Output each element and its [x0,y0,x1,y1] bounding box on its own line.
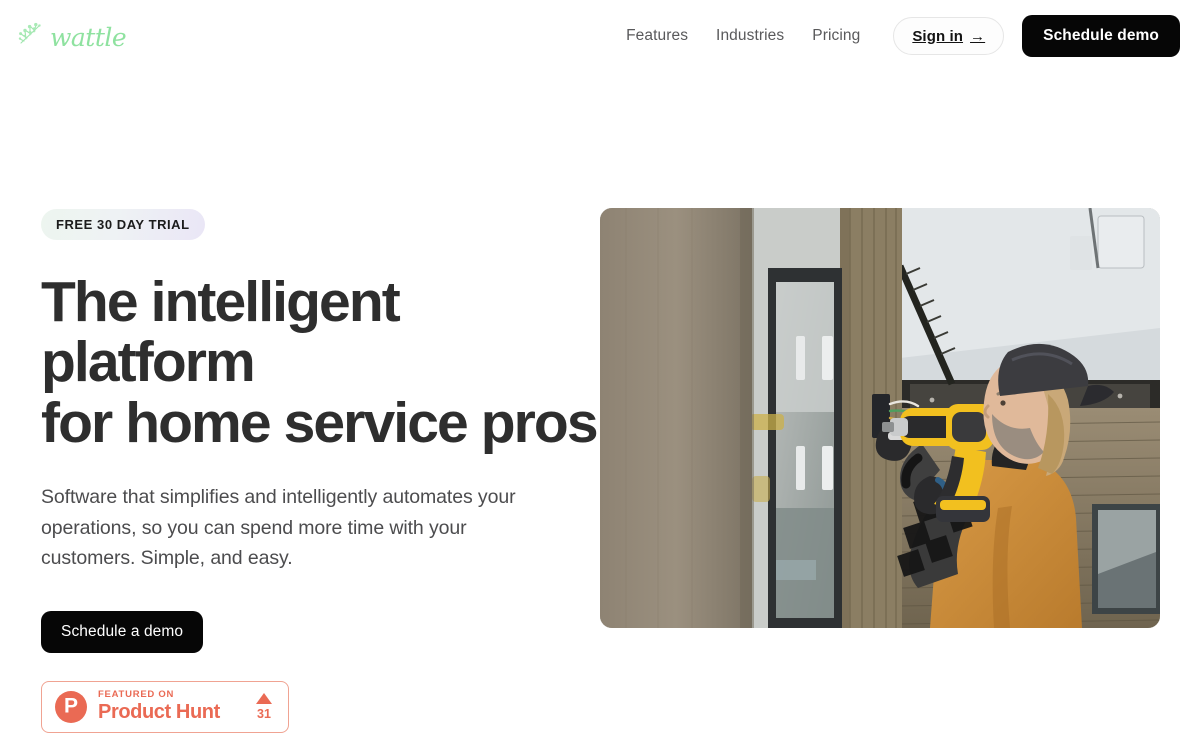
nav-links: Features Industries Pricing [626,27,860,45]
schedule-a-demo-button[interactable]: Schedule a demo [41,610,204,653]
brand-logo[interactable]: wattle [18,19,127,53]
sign-in-label: Sign in [912,27,964,45]
site-header: wattle Features Industries Pricing Sign … [0,0,1200,72]
product-hunt-name: Product Hunt [98,701,220,724]
product-hunt-letter: P [63,694,78,718]
nav-link-features[interactable]: Features [626,27,688,45]
product-hunt-icon: P [55,690,87,723]
hero-content: FREE 30 DAY TRIAL The intelligent platfo… [41,208,600,733]
hero-photo [600,208,1160,628]
arrow-right-icon: → [970,27,986,45]
product-hunt-upvotes: 31 [256,692,276,721]
hero-image-column [600,208,1160,628]
product-hunt-featured-label: FEATURED ON [98,688,175,700]
wattle-sprig-icon [18,21,48,52]
product-hunt-badge[interactable]: P FEATURED ON Product Hunt 31 [41,680,289,733]
schedule-demo-button[interactable]: Schedule demo [1022,15,1180,57]
nav-link-pricing[interactable]: Pricing [812,27,860,45]
hero-title-line-2: for home service pros [41,390,599,455]
free-trial-badge: FREE 30 DAY TRIAL [41,209,205,240]
hero-title-line-1: The intelligent platform [41,270,401,395]
upvote-caret-icon [256,692,272,704]
brand-name: wattle [50,22,127,52]
hero-section: FREE 30 DAY TRIAL The intelligent platfo… [0,72,1200,733]
product-hunt-upvote-count: 31 [257,706,271,721]
nav-link-industries[interactable]: Industries [716,27,784,45]
primary-navigation: Features Industries Pricing Sign in → Sc… [626,15,1180,57]
page-title: The intelligent platform for home servic… [41,272,600,453]
sign-in-button[interactable]: Sign in → [893,17,1005,55]
product-hunt-text: FEATURED ON Product Hunt [98,690,220,724]
hero-subtitle: Software that simplifies and intelligent… [41,486,516,570]
